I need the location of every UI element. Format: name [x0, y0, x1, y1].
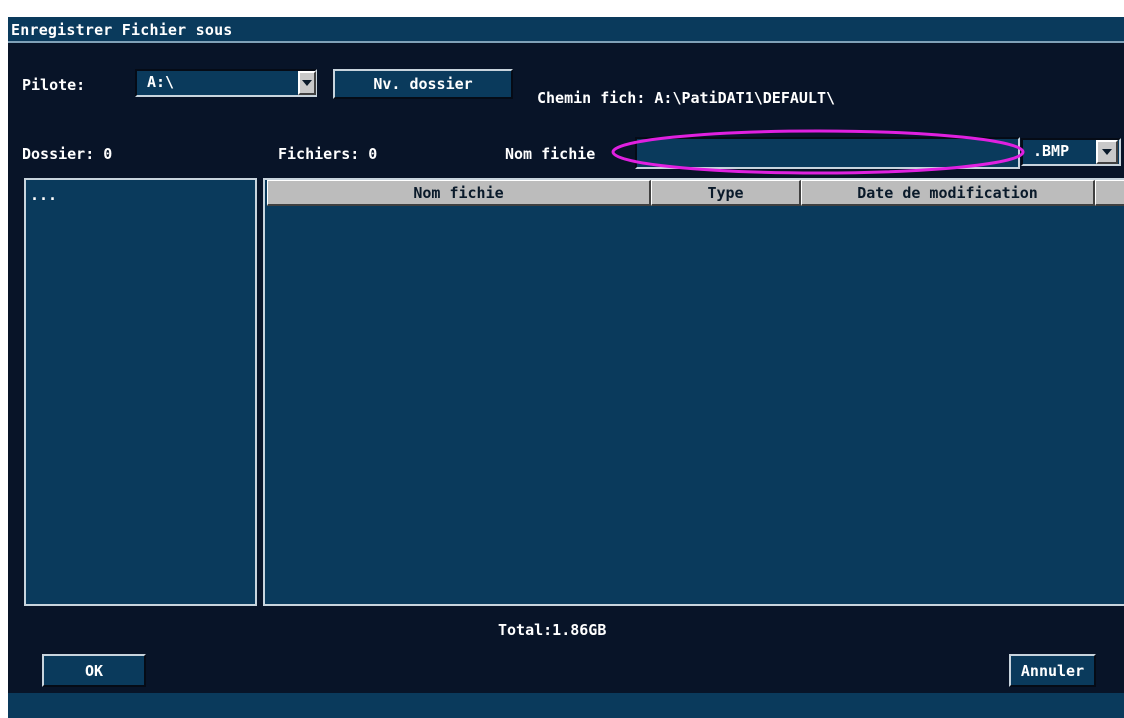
- filename-label: Nom fichie: [505, 145, 596, 163]
- file-type-value: .BMP: [1033, 142, 1070, 160]
- dialog-title: Enregistrer Fichier sous: [8, 17, 1124, 43]
- total-size: Total:1.86GB: [498, 621, 607, 639]
- bottom-bar: [8, 693, 1124, 718]
- drive-label: Pilote:: [22, 76, 86, 94]
- cancel-button[interactable]: Annuler: [1009, 654, 1096, 687]
- column-header-name[interactable]: Nom fichie: [267, 180, 651, 206]
- file-path: Chemin fich: A:\PatiDAT1\DEFAULT\: [537, 89, 836, 107]
- drive-dropdown-arrow-icon[interactable]: [298, 71, 316, 95]
- highlight-ellipse: [611, 129, 1025, 175]
- column-header-type[interactable]: Type: [651, 180, 801, 206]
- folder-count: Dossier: 0: [22, 145, 113, 163]
- column-header-extra[interactable]: [1095, 180, 1124, 206]
- file-table[interactable]: Nom fichie Type Date de modification: [263, 178, 1124, 606]
- column-header-date[interactable]: Date de modification: [801, 180, 1095, 206]
- file-type-dropdown-arrow-icon[interactable]: [1096, 140, 1118, 164]
- new-folder-button[interactable]: Nv. dossier: [333, 69, 513, 99]
- folder-item-parent[interactable]: ...: [30, 186, 57, 204]
- save-file-dialog: Enregistrer Fichier sous Pilote: A:\ Nv.…: [8, 17, 1124, 718]
- folder-list[interactable]: ...: [24, 178, 257, 606]
- drive-select[interactable]: A:\: [135, 69, 317, 97]
- ok-button[interactable]: OK: [42, 654, 146, 687]
- file-count: Fichiers: 0: [278, 145, 378, 163]
- drive-value: A:\: [147, 73, 175, 91]
